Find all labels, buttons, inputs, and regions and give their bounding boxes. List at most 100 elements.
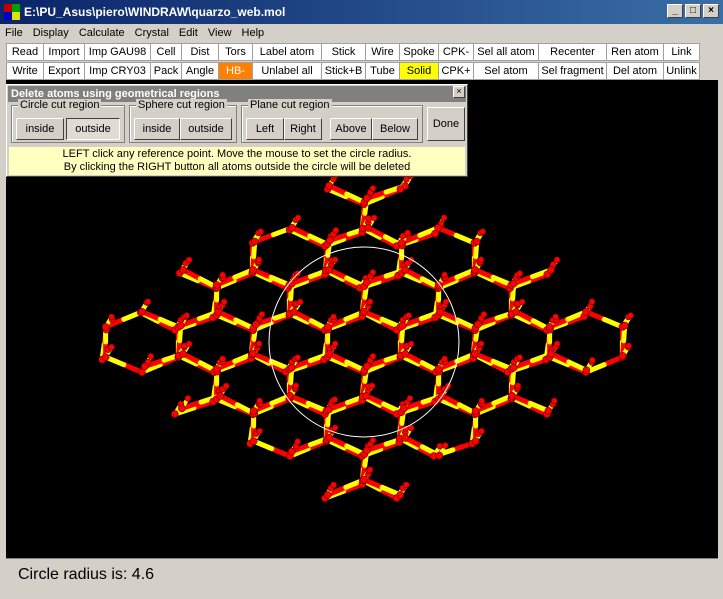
sphere-cut-group: Sphere cut region inside outside	[129, 99, 237, 143]
atom	[366, 298, 374, 306]
atom	[545, 323, 554, 331]
plane-left-button[interactable]: Left	[246, 118, 284, 140]
atom	[363, 278, 371, 287]
atom	[582, 307, 590, 316]
minimize-button[interactable]: _	[667, 4, 683, 18]
write-button[interactable]: Write	[6, 62, 44, 80]
atom	[401, 182, 409, 190]
window-title: E:\PU_Asus\piero\WINDRAW\quarzo_web.mol	[24, 5, 286, 19]
atom	[369, 437, 377, 444]
cpk-plus-button[interactable]: CPK+	[438, 62, 474, 80]
plane-below-button[interactable]: Below	[372, 118, 418, 140]
menu-crystal[interactable]: Crystal	[130, 27, 174, 39]
atom	[256, 397, 263, 405]
export-button[interactable]: Export	[43, 62, 85, 80]
unlabel-all-button[interactable]: Unlabel all	[252, 62, 322, 80]
sel-fragment-button[interactable]: Sel fragment	[538, 62, 607, 80]
atom	[547, 265, 555, 274]
cpk-minus-button[interactable]: CPK-	[438, 43, 474, 61]
menu-view[interactable]: View	[203, 27, 237, 39]
dialog-close-icon[interactable]: ×	[453, 86, 465, 98]
circle-inside-button[interactable]: inside	[16, 118, 64, 140]
atom	[255, 340, 263, 348]
sphere-inside-button[interactable]: inside	[134, 118, 180, 140]
atom	[216, 392, 224, 400]
atom	[436, 442, 444, 450]
atom	[401, 266, 409, 274]
done-button[interactable]: Done	[427, 107, 465, 141]
atom	[331, 424, 339, 432]
hb-minus-button[interactable]: HB-	[218, 62, 253, 80]
atom	[325, 265, 333, 274]
atom	[404, 229, 411, 237]
sphere-outside-button[interactable]: outside	[180, 118, 232, 140]
menu-file[interactable]: File	[0, 27, 28, 39]
read-button[interactable]: Read	[6, 43, 44, 61]
atom	[222, 382, 230, 390]
atom	[509, 279, 518, 288]
atom	[176, 321, 185, 330]
menu-calculate[interactable]: Calculate	[74, 27, 130, 39]
title-bar[interactable]: E:\PU_Asus\piero\WINDRAW\quarzo_web.mol …	[0, 0, 723, 24]
status-bar: Circle radius is: 4.6	[6, 558, 718, 594]
plane-above-button[interactable]: Above	[330, 118, 372, 140]
atom	[171, 410, 179, 418]
circle-outside-button[interactable]: outside	[66, 118, 120, 140]
atom	[440, 214, 448, 222]
label-atom-button[interactable]: Label atom	[252, 43, 322, 61]
stick-b-button[interactable]: Stick+B	[321, 62, 366, 80]
unlink-button[interactable]: Unlink	[663, 62, 700, 80]
atom	[406, 395, 414, 402]
atom	[551, 397, 558, 405]
atom	[331, 256, 339, 264]
atom	[618, 351, 627, 360]
plane-right-button[interactable]: Right	[284, 118, 322, 140]
atom	[516, 354, 524, 361]
menu-edit[interactable]: Edit	[174, 27, 203, 39]
menu-help[interactable]: Help	[237, 27, 270, 39]
spoke-button[interactable]: Spoke	[399, 43, 439, 61]
circle-cut-label: Circle cut region	[18, 99, 102, 111]
atom	[257, 228, 265, 235]
atom	[369, 353, 377, 360]
cell-button[interactable]: Cell	[150, 43, 182, 61]
atom	[219, 355, 226, 363]
tube-button[interactable]: Tube	[365, 62, 400, 80]
solid-button[interactable]: Solid	[399, 62, 439, 80]
sel-all-atom-button[interactable]: Sel all atom	[473, 43, 539, 61]
wire-button[interactable]: Wire	[365, 43, 400, 61]
dist-button[interactable]: Dist	[181, 43, 219, 61]
sel-atom-button[interactable]: Sel atom	[473, 62, 539, 80]
atom	[331, 396, 339, 403]
stick-button[interactable]: Stick	[321, 43, 366, 61]
menu-display[interactable]: Display	[28, 27, 74, 39]
atom	[442, 298, 450, 306]
atom	[627, 312, 635, 319]
del-atom-button[interactable]: Del atom	[606, 62, 664, 80]
atom	[441, 271, 448, 279]
atom	[294, 438, 302, 445]
atom	[296, 298, 304, 306]
atom	[294, 354, 302, 361]
atom	[474, 320, 482, 329]
tors-button[interactable]: Tors	[218, 43, 253, 61]
imp-gau98-button[interactable]: Imp GAU98	[84, 43, 151, 61]
atom	[509, 363, 518, 372]
recenter-button[interactable]: Recenter	[538, 43, 607, 61]
link-button[interactable]: Link	[663, 43, 700, 61]
imp-cry03-button[interactable]: Imp CRY03	[84, 62, 151, 80]
atom	[508, 391, 516, 400]
app-icon	[4, 4, 20, 20]
close-button[interactable]: ×	[703, 4, 719, 18]
import-button[interactable]: Import	[43, 43, 85, 61]
ren-atom-button[interactable]: Ren atom	[606, 43, 664, 61]
atom	[364, 224, 372, 232]
atom	[365, 215, 373, 222]
pack-button[interactable]: Pack	[150, 62, 182, 80]
maximize-button[interactable]: □	[685, 4, 701, 18]
atom	[220, 298, 228, 306]
atom	[330, 313, 337, 321]
angle-button[interactable]: Angle	[181, 62, 219, 80]
atom	[472, 237, 481, 246]
atom	[138, 307, 146, 316]
